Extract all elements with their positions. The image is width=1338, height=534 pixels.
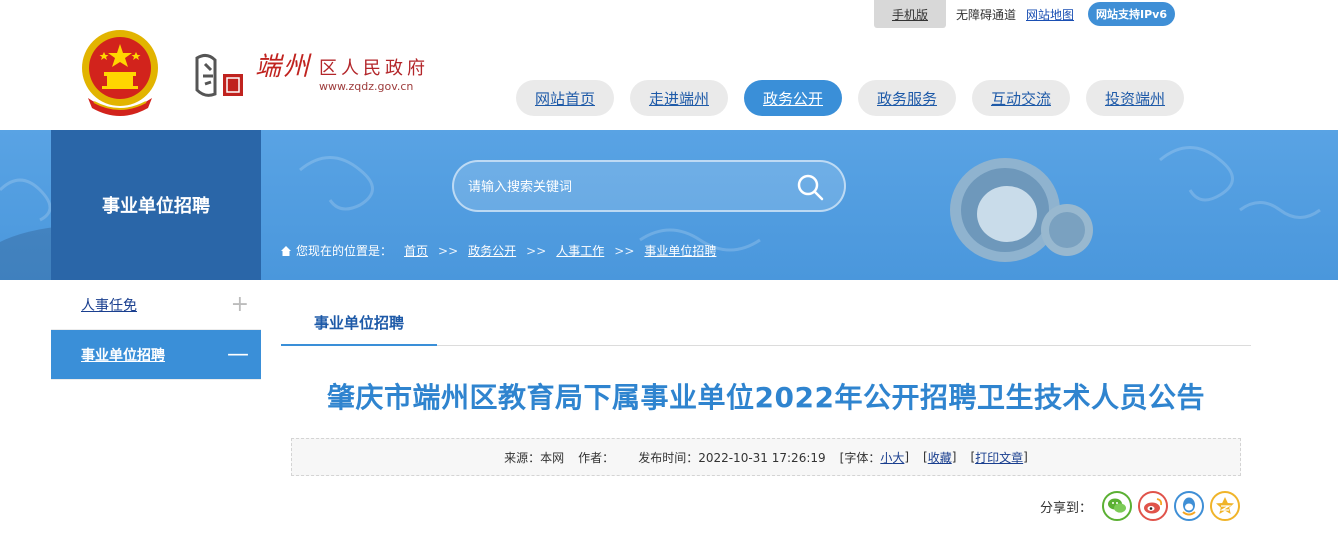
print-article-button[interactable]: 打印文章 [975, 449, 1023, 466]
qq-icon[interactable] [1174, 491, 1205, 521]
section-title: 事业单位招聘 [51, 130, 261, 280]
tab-recruitment[interactable]: 事业单位招聘 [281, 300, 437, 346]
nav-item-home[interactable]: 网站首页 [516, 80, 614, 116]
article-source: 来源：本网 [504, 450, 565, 465]
logo-district-name: 端州 [255, 52, 312, 82]
main-nav: 网站首页 走进端州 政务公开 政务服务 互动交流 投资端州 [516, 80, 1200, 116]
breadcrumb-prefix: 您现在的位置是： [296, 244, 393, 258]
breadcrumb-personnel[interactable]: 人事工作 [556, 242, 604, 259]
search-input[interactable] [468, 174, 768, 200]
search-box [452, 160, 846, 212]
nav-item-investment[interactable]: 投资端州 [1086, 80, 1184, 116]
weibo-icon[interactable] [1138, 491, 1169, 521]
article-meta: 来源：本网 作者： 发布时间：2022-10-31 17:26:19 [字体： … [291, 438, 1241, 476]
sidebar-item-label[interactable]: 人事任免 [81, 295, 137, 315]
top-utility-bar: 手机版 无障碍通道 网站地图 网站支持IPv6 [874, 0, 1176, 28]
article-author: 作者： [578, 450, 615, 465]
page-banner: 事业单位招聘 您现在的位置是： 首页 >> 政务公开 >> 人事工作 >> 事业… [0, 130, 1338, 280]
logo-government-name: 区人民政府 [319, 58, 429, 79]
ipv6-badge: 网站支持IPv6 [1088, 2, 1176, 26]
ancient-inkstone-decoration [950, 158, 1093, 262]
sidebar: 人事任免 + 事业单位招聘 — [51, 280, 261, 380]
breadcrumb-government-affairs[interactable]: 政务公开 [468, 242, 516, 259]
collapse-minus-icon[interactable]: — [227, 343, 249, 366]
font-size-prefix: [字体： [839, 450, 881, 465]
mobile-version-link[interactable]: 手机版 [874, 0, 946, 28]
site-logo[interactable]: 端州 区人民政府 www.zqdz.gov.cn [193, 44, 433, 108]
article-publish-time: 发布时间：2022-10-31 17:26:19 [638, 450, 826, 465]
font-small-button[interactable]: 小 [880, 449, 892, 466]
breadcrumb-separator: >> [438, 243, 459, 258]
breadcrumb-separator: >> [614, 243, 635, 258]
qzone-icon[interactable] [1210, 491, 1241, 521]
wechat-icon[interactable] [1102, 491, 1133, 521]
expand-plus-icon[interactable]: + [231, 293, 249, 316]
content-tab-bar: 事业单位招聘 [281, 300, 1251, 346]
national-emblem-icon [78, 28, 162, 116]
nav-item-government-affairs[interactable]: 政务公开 [744, 80, 842, 116]
sitemap-link[interactable]: 网站地图 [1026, 6, 1074, 23]
search-icon[interactable] [796, 173, 824, 201]
share-bar: 分享到： [1040, 491, 1246, 521]
nav-item-interaction[interactable]: 互动交流 [972, 80, 1070, 116]
font-size-suffix: ] [904, 450, 910, 464]
favorite-button[interactable]: 收藏 [928, 449, 952, 466]
breadcrumb: 您现在的位置是： 首页 >> 政务公开 >> 人事工作 >> 事业单位招聘 [280, 242, 716, 259]
breadcrumb-separator: >> [526, 243, 547, 258]
article-title: 肇庆市端州区教育局下属事业单位2022年公开招聘卫生技术人员公告 [327, 381, 1205, 414]
share-label: 分享到： [1040, 500, 1093, 516]
inkstone-seal-icon [195, 53, 243, 97]
home-icon [281, 245, 291, 256]
site-header: 手机版 无障碍通道 网站地图 网站支持IPv6 端州 区人民政府 www.zqd… [0, 0, 1338, 130]
breadcrumb-recruitment[interactable]: 事业单位招聘 [644, 242, 716, 259]
sidebar-item-recruitment[interactable]: 事业单位招聘 — [51, 330, 261, 380]
bracket-close: ] [1023, 450, 1028, 464]
sidebar-item-label[interactable]: 事业单位招聘 [81, 345, 165, 365]
logo-url: www.zqdz.gov.cn [319, 80, 414, 93]
font-large-button[interactable]: 大 [892, 449, 904, 466]
breadcrumb-home[interactable]: 首页 [404, 242, 428, 259]
nav-item-services[interactable]: 政务服务 [858, 80, 956, 116]
nav-item-about[interactable]: 走进端州 [630, 80, 728, 116]
sidebar-item-personnel-appointments[interactable]: 人事任免 + [51, 280, 261, 330]
bracket-close: ] [951, 450, 957, 464]
accessibility-link[interactable]: 无障碍通道 [956, 6, 1016, 23]
